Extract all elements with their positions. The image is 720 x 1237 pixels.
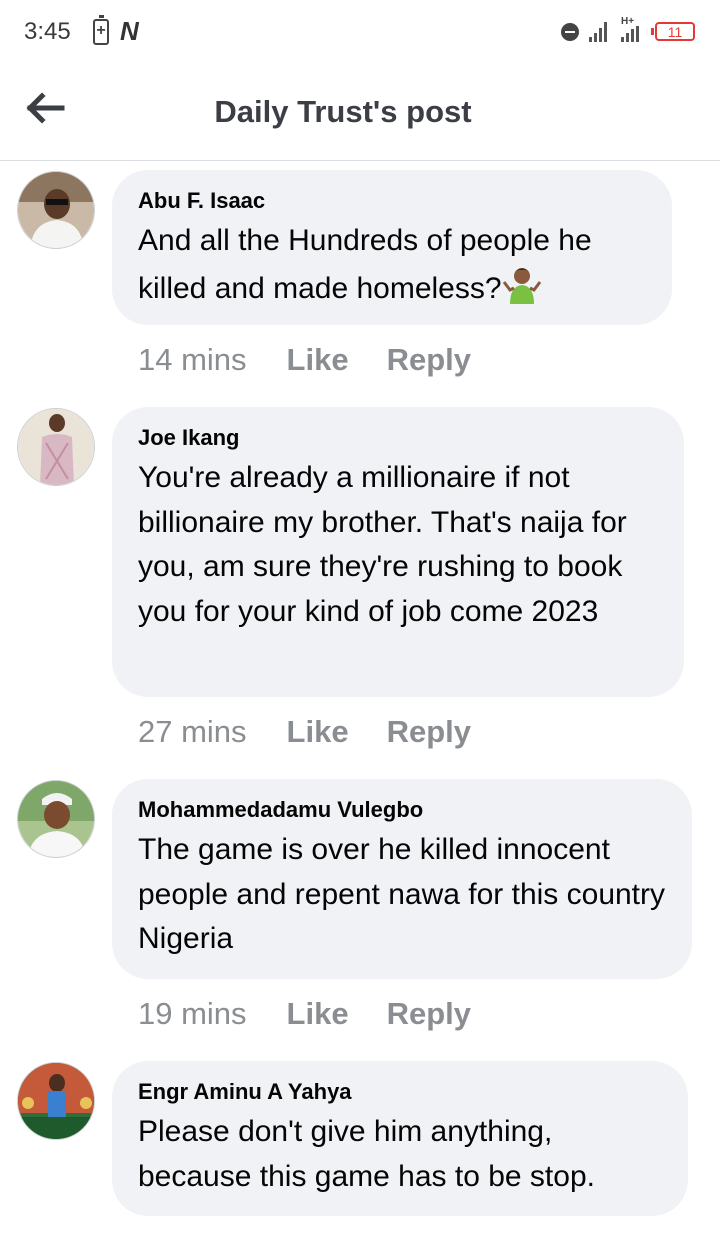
reply-button[interactable]: Reply: [387, 342, 471, 378]
comment-bubble: Joe Ikang You're already a millionaire i…: [112, 407, 684, 697]
signal-strength-icon-2: [621, 26, 639, 42]
comment-time[interactable]: 14 mins: [138, 342, 247, 378]
comment-actions: 27 mins Like Reply: [138, 714, 471, 750]
comment-author[interactable]: Engr Aminu A Yahya: [138, 1077, 662, 1107]
n-app-icon: N: [120, 16, 139, 46]
comment-author[interactable]: Joe Ikang: [138, 423, 658, 453]
like-button[interactable]: Like: [287, 342, 349, 378]
comment-actions: 19 mins Like Reply: [138, 996, 471, 1032]
battery-icon: 11: [651, 22, 695, 41]
avatar-image: [18, 1063, 94, 1139]
avatar-image: [18, 172, 94, 248]
comment-bubble: Abu F. Isaac And all the Hundreds of peo…: [112, 170, 672, 325]
status-time: 3:45: [24, 18, 71, 45]
comment-actions: 14 mins Like Reply: [138, 342, 471, 378]
avatar[interactable]: [17, 1062, 95, 1140]
battery-saver-icon: +: [93, 15, 109, 45]
comment-bubble: Engr Aminu A Yahya Please don't give him…: [112, 1061, 688, 1216]
comment-time[interactable]: 27 mins: [138, 714, 247, 750]
comment-time[interactable]: 19 mins: [138, 996, 247, 1032]
avatar-image: [18, 781, 94, 857]
page-title: Daily Trust's post: [214, 94, 472, 129]
comment-text: The game is over he killed innocent peop…: [138, 833, 666, 955]
do-not-disturb-icon: [561, 23, 579, 41]
comment-text: You're already a millionaire if not bill…: [138, 461, 627, 628]
signal-strength-icon: [589, 20, 607, 42]
comment-text: Please don't give him anything, because …: [138, 1115, 595, 1193]
avatar[interactable]: [17, 780, 95, 858]
status-bar: 3:45 + N H+ 11: [0, 0, 720, 64]
avatar[interactable]: [17, 171, 95, 249]
reply-button[interactable]: Reply: [387, 714, 471, 750]
avatar-image: [18, 409, 94, 485]
like-button[interactable]: Like: [287, 996, 349, 1032]
reply-button[interactable]: Reply: [387, 996, 471, 1032]
comment-text: And all the Hundreds of people he killed…: [138, 224, 592, 305]
comment-author[interactable]: Mohammedadamu Vulegbo: [138, 795, 666, 825]
person-shrugging-emoji: [502, 267, 541, 304]
avatar[interactable]: [17, 408, 95, 486]
comment-author[interactable]: Abu F. Isaac: [138, 186, 646, 216]
like-button[interactable]: Like: [287, 714, 349, 750]
comment-bubble: Mohammedadamu Vulegbo The game is over h…: [112, 779, 692, 979]
post-header: Daily Trust's post: [0, 64, 720, 161]
